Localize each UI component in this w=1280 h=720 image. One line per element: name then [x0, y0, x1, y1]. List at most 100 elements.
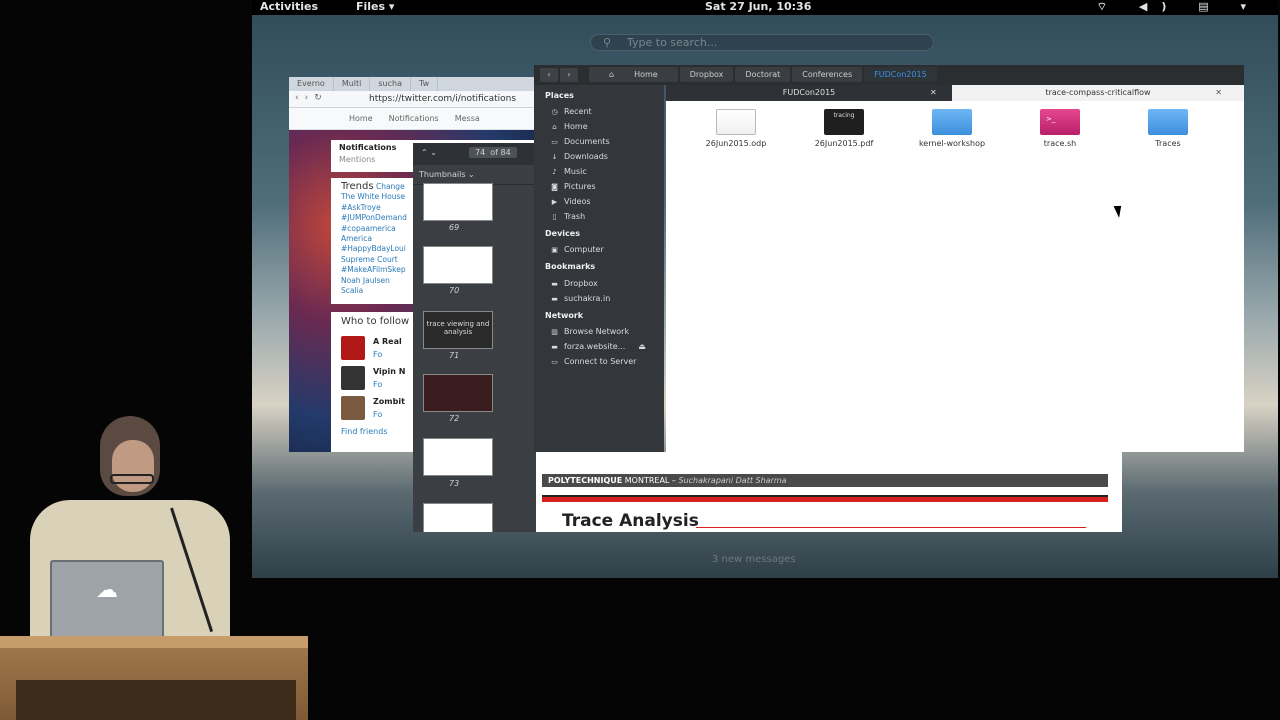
presentation-slide-preview: POLYTECHNIQUE MONTREAL – Suchakrapani Da… [536, 452, 1122, 532]
browser-tab[interactable]: Everno [289, 77, 334, 91]
url-text[interactable]: https://twitter.com/i/notifications [369, 94, 516, 104]
sidebar-item-pictures[interactable]: ◙ Pictures [550, 182, 596, 191]
gnome-top-bar: Activities Files ▾ Sat 27 Jun, 10:36 ⌔ ◀… [252, 0, 1278, 15]
follow-button[interactable]: Fo [373, 350, 402, 359]
close-icon[interactable]: ✕ [1215, 85, 1222, 101]
tab-trace-compass[interactable]: trace-compass-criticalflow [952, 85, 1244, 101]
eject-icon[interactable]: ⏏ [638, 342, 646, 351]
sidebar-item-connect-server[interactable]: ▭ Connect to Server [550, 357, 636, 366]
breadcrumb-doctorat[interactable]: Doctorat [735, 67, 791, 82]
slide-red-rule [542, 495, 1108, 502]
slide-thumbnail[interactable] [423, 374, 493, 412]
page-up-down-icons[interactable]: ⌃ ⌄ [421, 148, 437, 157]
current-page-input[interactable]: 74 [475, 148, 485, 157]
script-thumb-text: >_ [1046, 115, 1056, 123]
follow-button[interactable]: Fo [373, 410, 405, 419]
sidebar-item-dropbox[interactable]: ▬ Dropbox [550, 279, 598, 288]
file-name: 26Jun2015.odp [705, 139, 767, 148]
trends-title: Trends [341, 181, 374, 192]
breadcrumb-label: Home [624, 67, 668, 82]
sidebar-item-suchakra[interactable]: ▬ suchakra.in [550, 294, 610, 303]
back-button[interactable]: ‹ [540, 68, 558, 82]
pdf-icon: tracing [824, 109, 864, 135]
avatar[interactable] [341, 336, 365, 360]
avatar[interactable] [341, 396, 365, 420]
thumbnails-label: Thumbnails [419, 170, 466, 179]
pdf-thumb-text: tracing [833, 112, 855, 119]
places-section-title: Places [545, 91, 574, 100]
sidebar-item-label: Computer [564, 245, 604, 254]
sidebar-item-downloads[interactable]: ↓ Downloads [550, 152, 608, 161]
browser-tab[interactable]: Multi [334, 77, 371, 91]
files-icon-view[interactable]: 26Jun2015.odp tracing 26Jun2015.pdf kern… [666, 101, 1244, 452]
slide-header-band: POLYTECHNIQUE MONTREAL – Suchakrapani Da… [542, 474, 1108, 487]
follow-button[interactable]: Fo [373, 380, 405, 389]
trends-change-link[interactable]: Change [376, 182, 405, 191]
close-icon[interactable]: ✕ [930, 85, 937, 101]
sidebar-item-forza[interactable]: ▬ forza.website... ⏏ [550, 342, 646, 351]
browser-tab[interactable]: sucha [370, 77, 411, 91]
bookmarks-section-title: Bookmarks [545, 262, 596, 271]
twitter-nav-messages[interactable]: Messa [455, 114, 480, 129]
activities-button[interactable]: Activities [260, 0, 318, 14]
sidebar-item-documents[interactable]: ▭ Documents [550, 137, 610, 146]
slide-thumbnail[interactable] [423, 503, 493, 532]
sidebar-item-browse-network[interactable]: ▥ Browse Network [550, 327, 629, 336]
app-menu-files[interactable]: Files ▾ [356, 0, 394, 14]
sidebar-item-label: Music [564, 167, 587, 176]
tab-fudcon2015[interactable]: FUDCon2015 [666, 85, 952, 101]
slide-thumbnail[interactable] [423, 438, 493, 476]
breadcrumb-dropbox[interactable]: Dropbox [679, 67, 734, 82]
pdf-thumbnails-sidebar: ⌃ ⌄ 74 of 84 Thumbnails ⌄ 69 70 trace vi… [413, 143, 539, 532]
clock-icon: ◷ [551, 107, 558, 116]
sidebar-item-computer[interactable]: ▣ Computer [550, 245, 604, 254]
forward-button[interactable]: › [560, 68, 578, 82]
laptop-sticker-icon: ☁ [96, 578, 118, 603]
sidebar-item-label: Downloads [564, 152, 608, 161]
twitter-nav-notifications[interactable]: Notifications [389, 114, 439, 129]
sidebar-item-label: Home [564, 122, 588, 131]
back-forward-reload-icons[interactable]: ‹›↻ [295, 93, 328, 103]
slide-thumbnail[interactable]: trace viewing and analysis [423, 311, 493, 349]
slide-thumbnail[interactable] [423, 183, 493, 221]
podium-top [0, 636, 308, 648]
places-sidebar: Places ◷ Recent ⌂ Home ▭ Documents ↓ Downloa… [534, 85, 664, 452]
follow-name[interactable]: Zombit [373, 397, 405, 406]
file-item[interactable]: kernel-workshop [902, 109, 1002, 148]
slide-thumbnail[interactable] [423, 246, 493, 284]
file-item[interactable]: tracing 26Jun2015.pdf [794, 109, 894, 148]
twitter-nav-home[interactable]: Home [349, 114, 373, 129]
breadcrumb-fudcon2015[interactable]: FUDCon2015 [864, 67, 937, 82]
sidebar-item-videos[interactable]: ▶ Videos [550, 197, 591, 206]
browser-tab[interactable]: Tw [411, 77, 439, 91]
thumbnail-number: 70 [449, 286, 460, 295]
breadcrumb-conferences[interactable]: Conferences [792, 67, 863, 82]
thumbnails-dropdown[interactable]: Thumbnails ⌄ [413, 165, 539, 185]
slide-title-underline [696, 527, 1086, 528]
sidebar-item-home[interactable]: ⌂ Home [550, 122, 588, 131]
url-bar[interactable]: ‹›↻ https://twitter.com/i/notifications [289, 91, 539, 108]
overview-search-input[interactable]: ⚲ Type to search... [590, 34, 934, 51]
file-item[interactable]: 26Jun2015.odp [686, 109, 786, 148]
sidebar-item-recent[interactable]: ◷ Recent [550, 107, 591, 116]
page-indicator[interactable]: 74 of 84 [469, 147, 517, 158]
thumbnail-number: 71 [449, 351, 460, 360]
file-name: kernel-workshop [918, 139, 986, 148]
sidebar-item-trash[interactable]: ▯ Trash [550, 212, 586, 221]
follow-name[interactable]: Vipin N [373, 367, 405, 376]
sidebar-item-music[interactable]: ♪ Music [550, 167, 587, 176]
twitter-nav: Home Notifications Messa [289, 108, 539, 130]
sidebar-item-label: Documents [564, 137, 610, 146]
clock[interactable]: Sat 27 Jun, 10:36 [705, 0, 811, 14]
follow-name[interactable]: A Real [373, 337, 402, 346]
avatar[interactable] [341, 366, 365, 390]
file-item[interactable]: Traces [1118, 109, 1218, 148]
file-item[interactable]: >_ trace.sh [1010, 109, 1110, 148]
system-tray-icons[interactable]: ⌔ ◀) ▤ ▾ [1097, 0, 1260, 14]
podium-front [16, 680, 296, 720]
breadcrumb-home[interactable]: ⌂ Home [589, 67, 678, 82]
chevron-down-icon: ⌄ [468, 170, 475, 179]
thumbnail-number: 72 [449, 414, 460, 423]
network-section-title: Network [545, 311, 584, 320]
files-headerbar: ‹ › ⌂ Home Dropbox Doctorat Conferences F… [534, 65, 1244, 85]
